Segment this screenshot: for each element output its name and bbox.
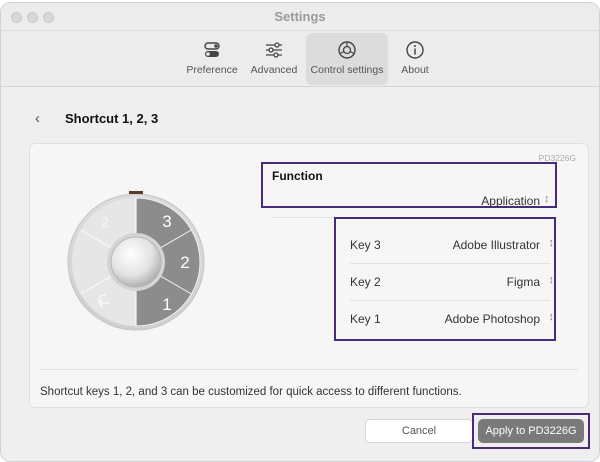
dial-ghost-label: 2	[101, 214, 109, 230]
chevron-updown-icon[interactable]: ↕	[549, 237, 555, 249]
apply-button[interactable]: Apply to PD3226G	[478, 419, 584, 443]
chevron-updown-icon[interactable]: ↕	[549, 311, 555, 323]
tab-about-label: About	[401, 64, 429, 76]
title-bar: Settings	[1, 3, 599, 31]
window-title: Settings	[274, 9, 326, 24]
dial-indicator	[129, 191, 143, 194]
key-2-label: Key 2	[350, 275, 381, 289]
tab-preference-label: Preference	[186, 64, 238, 76]
page-title: Shortcut 1, 2, 3	[65, 111, 159, 126]
toggle-icon	[204, 42, 220, 57]
chevron-updown-icon[interactable]: ↕	[544, 193, 550, 205]
tab-preference[interactable]: Preference	[184, 33, 240, 85]
dial-knob	[110, 236, 162, 288]
shortcut-card: PD3226G 3 2 1 2 Function Application ↕ K…	[29, 143, 589, 408]
tab-control-settings-label: Control settings	[310, 64, 384, 76]
dial-key-1-label: 1	[162, 295, 171, 314]
sliders-icon	[266, 42, 282, 58]
tab-advanced-label: Advanced	[250, 64, 298, 76]
toolbar: Preference Advanced Control settings Abo…	[1, 31, 599, 87]
function-select[interactable]: Application	[410, 194, 540, 208]
dial-icon	[338, 41, 356, 59]
dial-key-2-label: 2	[180, 253, 189, 272]
tab-control-settings[interactable]: Control settings	[306, 33, 388, 85]
info-icon	[406, 41, 424, 59]
tab-about[interactable]: About	[394, 33, 436, 85]
settings-window: Settings Preference Advanced Control set…	[0, 2, 600, 462]
key-1-label: Key 1	[350, 312, 381, 326]
key-row-1: Key 1 Adobe Photoshop ↕	[350, 306, 556, 332]
description-text: Shortcut keys 1, 2, and 3 can be customi…	[40, 386, 462, 398]
tab-advanced[interactable]: Advanced	[247, 33, 301, 85]
chevron-left-icon[interactable]: ‹	[35, 110, 40, 127]
cancel-button[interactable]: Cancel	[365, 419, 473, 443]
card-divider	[40, 369, 578, 370]
key-3-label: Key 3	[350, 238, 381, 252]
key-row-2: Key 2 Figma ↕	[350, 269, 556, 301]
key-2-select[interactable]: Figma	[507, 275, 540, 289]
key-1-select[interactable]: Adobe Photoshop	[445, 312, 540, 326]
chevron-updown-icon[interactable]: ↕	[549, 274, 555, 286]
key-row-2-divider	[350, 300, 550, 301]
function-label: Function	[272, 169, 323, 183]
key-row-3-divider	[350, 263, 550, 264]
key-row-3: Key 3 Adobe Illustrator ↕	[350, 232, 556, 264]
device-dial-illustration: 3 2 1 2	[67, 191, 205, 331]
dial-key-3-label: 3	[162, 212, 171, 231]
content-area: ‹ Shortcut 1, 2, 3 PD3226G 3 2 1 2 Funct…	[1, 88, 599, 461]
key-3-select[interactable]: Adobe Illustrator	[453, 238, 540, 252]
